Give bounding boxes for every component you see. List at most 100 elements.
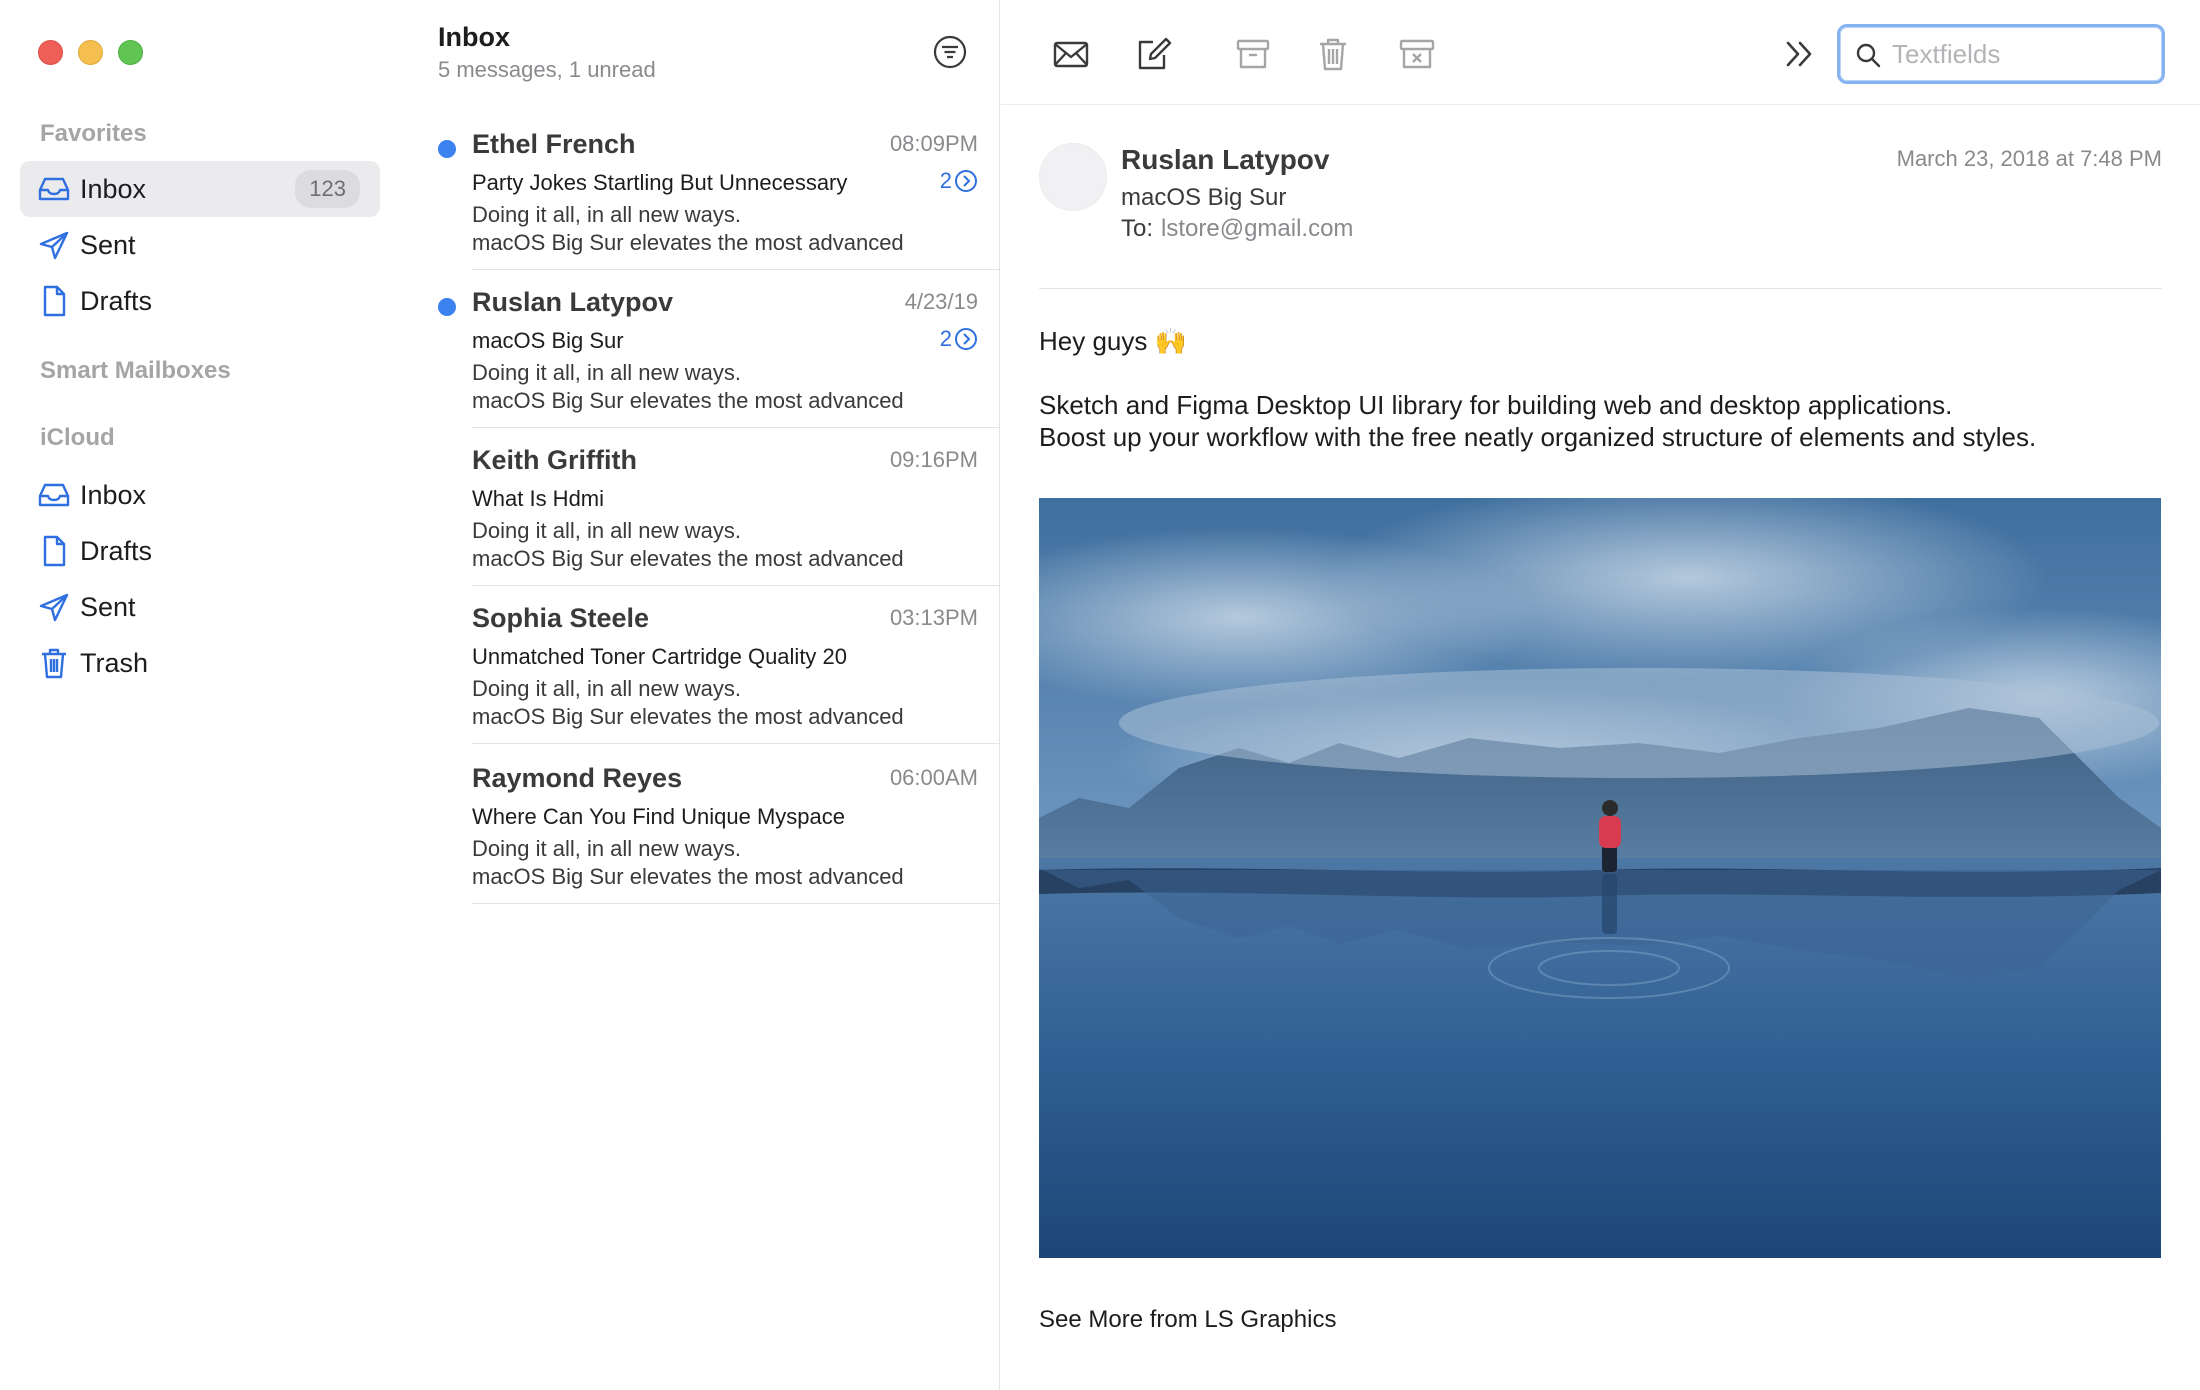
message-preview-line: Doing it all, in all new ways. xyxy=(472,202,742,227)
message-sender: Ruslan Latypov xyxy=(472,287,674,317)
message-preview-line: macOS Big Sur elevates the most advanced xyxy=(472,230,904,255)
message-preview-line: macOS Big Sur elevates the most advanced xyxy=(472,388,904,413)
message-subject: What Is Hdmi xyxy=(472,486,605,511)
message-row[interactable]: Keith Griffith 09:16PM What Is Hdmi Doin… xyxy=(438,428,1000,586)
inbox-icon xyxy=(34,169,74,209)
message-row[interactable]: Sophia Steele 03:13PM Unmatched Toner Ca… xyxy=(438,586,1000,744)
paperplane-icon xyxy=(34,587,74,627)
message-subject: macOS Big Sur xyxy=(472,328,624,353)
message-body-line: Sketch and Figma Desktop UI library for … xyxy=(1039,390,1953,420)
get-mail-button[interactable] xyxy=(1049,32,1093,76)
sidebar-item-icloud-sent[interactable]: Sent xyxy=(20,579,380,635)
filter-icon[interactable] xyxy=(932,34,968,70)
sidebar-item-label: Sent xyxy=(80,591,136,622)
message-subject: Unmatched Toner Cartridge Quality 20 xyxy=(472,644,848,669)
message-sender: Ethel French xyxy=(472,129,636,159)
thread-count-button[interactable]: 2 xyxy=(940,168,978,194)
message-time: 06:00AM xyxy=(889,765,978,790)
message-preview-line: Doing it all, in all new ways. xyxy=(472,518,742,543)
message-row[interactable]: Ruslan Latypov 4/23/19 macOS Big Sur 2 D… xyxy=(438,270,1000,428)
recipient-address[interactable]: lstore@gmail.com xyxy=(1161,215,1353,242)
delete-button[interactable] xyxy=(1311,32,1355,76)
sidebar-item-label: Drafts xyxy=(80,535,153,566)
message-preview-line: macOS Big Sur elevates the most advanced xyxy=(472,704,904,729)
sidebar-item-favorites-inbox[interactable]: Inbox 123 xyxy=(20,161,380,217)
thread-count: 2 xyxy=(939,326,952,351)
message-preview-line: Doing it all, in all new ways. xyxy=(472,676,742,701)
toolbar xyxy=(1001,0,2200,105)
paperplane-icon xyxy=(34,225,74,265)
message-subject: Where Can You Find Unique Myspace xyxy=(472,804,845,829)
chevron-double-right-icon xyxy=(1786,41,1812,67)
minimize-window-button[interactable] xyxy=(78,40,103,65)
junk-icon xyxy=(1399,39,1435,69)
search-input[interactable] xyxy=(1892,37,2152,71)
trash-icon xyxy=(34,643,74,683)
sidebar-item-label: Trash xyxy=(80,647,149,678)
row-divider xyxy=(472,743,1000,744)
see-more-link[interactable]: See More from LS Graphics xyxy=(1039,1306,1336,1334)
landscape-photo xyxy=(1039,498,2161,1258)
sidebar-item-icloud-drafts[interactable]: Drafts xyxy=(20,523,380,579)
sidebar-item-favorites-sent[interactable]: Sent xyxy=(20,217,380,273)
message-time: 08:09PM xyxy=(889,131,978,156)
message-time: 03:13PM xyxy=(889,605,978,630)
row-divider xyxy=(472,903,1000,904)
sidebar-item-icloud-inbox[interactable]: Inbox xyxy=(20,467,380,523)
message-row[interactable]: Ethel French 08:09PM Party Jokes Startli… xyxy=(438,112,1000,270)
search-icon xyxy=(1856,43,1881,68)
smart-mailboxes-section-label[interactable]: Smart Mailboxes xyxy=(40,357,231,385)
sidebar-item-label: Inbox xyxy=(80,479,147,510)
sidebar-item-label: Drafts xyxy=(80,285,153,316)
compose-button[interactable] xyxy=(1131,32,1175,76)
window-controls xyxy=(38,40,143,65)
envelope-icon xyxy=(1053,41,1089,68)
unread-dot xyxy=(438,298,456,316)
junk-button[interactable] xyxy=(1395,32,1439,76)
sidebar-item-favorites-drafts[interactable]: Drafts xyxy=(20,273,380,329)
zoom-window-button[interactable] xyxy=(118,40,143,65)
message-body-line: Boost up your workflow with the free nea… xyxy=(1039,422,2037,452)
message-sender: Raymond Reyes xyxy=(472,763,683,793)
icloud-section-label[interactable]: iCloud xyxy=(40,424,115,452)
message-time: 09:16PM xyxy=(889,447,978,472)
document-icon xyxy=(34,531,74,571)
thread-count-button[interactable]: 2 xyxy=(940,326,978,352)
message-list: Inbox 5 messages, 1 unread Ethel French … xyxy=(400,0,1000,1390)
sidebar-item-label: Inbox xyxy=(80,173,147,204)
message-row[interactable]: Raymond Reyes 06:00AM Where Can You Find… xyxy=(438,746,1000,904)
sidebar: Favorites Inbox 123 Sent Drafts Smart Ma… xyxy=(0,0,400,1390)
more-toolbar-items-button[interactable] xyxy=(1777,32,1821,76)
message-preview-line: Doing it all, in all new ways. xyxy=(472,360,742,385)
reader-subject: macOS Big Sur xyxy=(1121,184,1287,211)
archive-icon xyxy=(1236,39,1270,69)
favorites-section-label: Favorites xyxy=(40,120,147,147)
compose-icon xyxy=(1138,37,1172,70)
archive-button[interactable] xyxy=(1231,32,1275,76)
message-greeting: Hey guys 🙌 xyxy=(1039,326,1187,356)
message-sender: Sophia Steele xyxy=(472,603,650,633)
unread-count-badge: 123 xyxy=(295,170,360,208)
sidebar-item-icloud-trash[interactable]: Trash xyxy=(20,635,380,691)
search-field[interactable] xyxy=(1837,24,2165,84)
message-sender: Keith Griffith xyxy=(472,445,637,475)
mailbox-title: Inbox xyxy=(438,22,510,52)
chevron-circle-right-icon xyxy=(955,328,977,350)
message-preview-line: Doing it all, in all new ways. xyxy=(472,836,742,861)
avatar xyxy=(1039,143,1107,211)
reader-date: March 23, 2018 at 7:48 PM xyxy=(1896,146,2162,171)
header-divider xyxy=(1039,288,2162,289)
message-subject: Party Jokes Startling But Unnecessary xyxy=(472,170,848,195)
to-label: To: xyxy=(1121,215,1154,242)
recipient-row: To: lstore@gmail.com xyxy=(1121,215,1353,243)
close-window-button[interactable] xyxy=(38,40,63,65)
document-icon xyxy=(34,281,74,321)
unread-dot xyxy=(438,140,456,158)
mailbox-summary: 5 messages, 1 unread xyxy=(438,57,656,82)
message-reader: Ruslan Latypov macOS Big Sur To: lstore@g… xyxy=(1001,0,2200,1390)
sidebar-item-label: Sent xyxy=(80,229,136,260)
message-preview-line: macOS Big Sur elevates the most advanced xyxy=(472,864,904,889)
thread-count: 2 xyxy=(939,168,952,193)
trash-icon xyxy=(1320,38,1346,71)
chevron-circle-right-icon xyxy=(955,170,977,192)
